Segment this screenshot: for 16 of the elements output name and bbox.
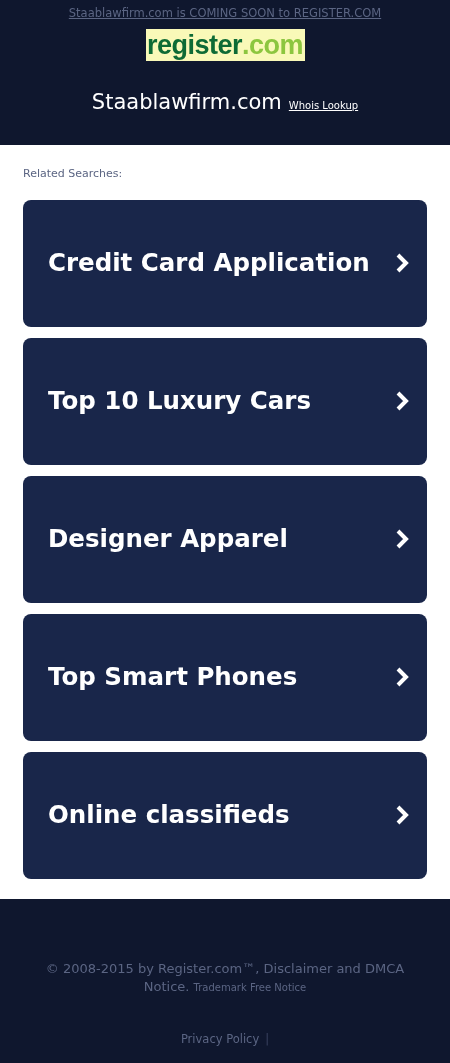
search-link-card[interactable]: Top Smart Phones — [23, 613, 427, 741]
chevron-right-icon — [395, 252, 409, 274]
search-link-card[interactable]: Designer Apparel — [23, 475, 427, 603]
separator: | — [265, 1030, 270, 1048]
chevron-right-icon — [395, 666, 409, 688]
search-link-card[interactable]: Online classifieds — [23, 751, 427, 879]
domain-title: Staablawfirm.com — [91, 89, 282, 117]
chevron-right-icon — [395, 528, 409, 550]
related-searches-label: Related Searches: — [23, 166, 124, 182]
search-link-card[interactable]: Top 10 Luxury Cars — [23, 337, 427, 465]
copyright-notice: © 2008-2015 by Register.com™, Disclaimer and DMCA Notice. Trademark Free Notice — [44, 959, 406, 996]
chevron-right-icon — [395, 804, 409, 826]
whois-link[interactable]: Whois Lookup — [288, 98, 359, 114]
register-logo: register.com — [145, 29, 305, 62]
chevron-right-icon — [395, 390, 409, 412]
search-link-card[interactable]: Credit Card Application — [23, 199, 427, 327]
